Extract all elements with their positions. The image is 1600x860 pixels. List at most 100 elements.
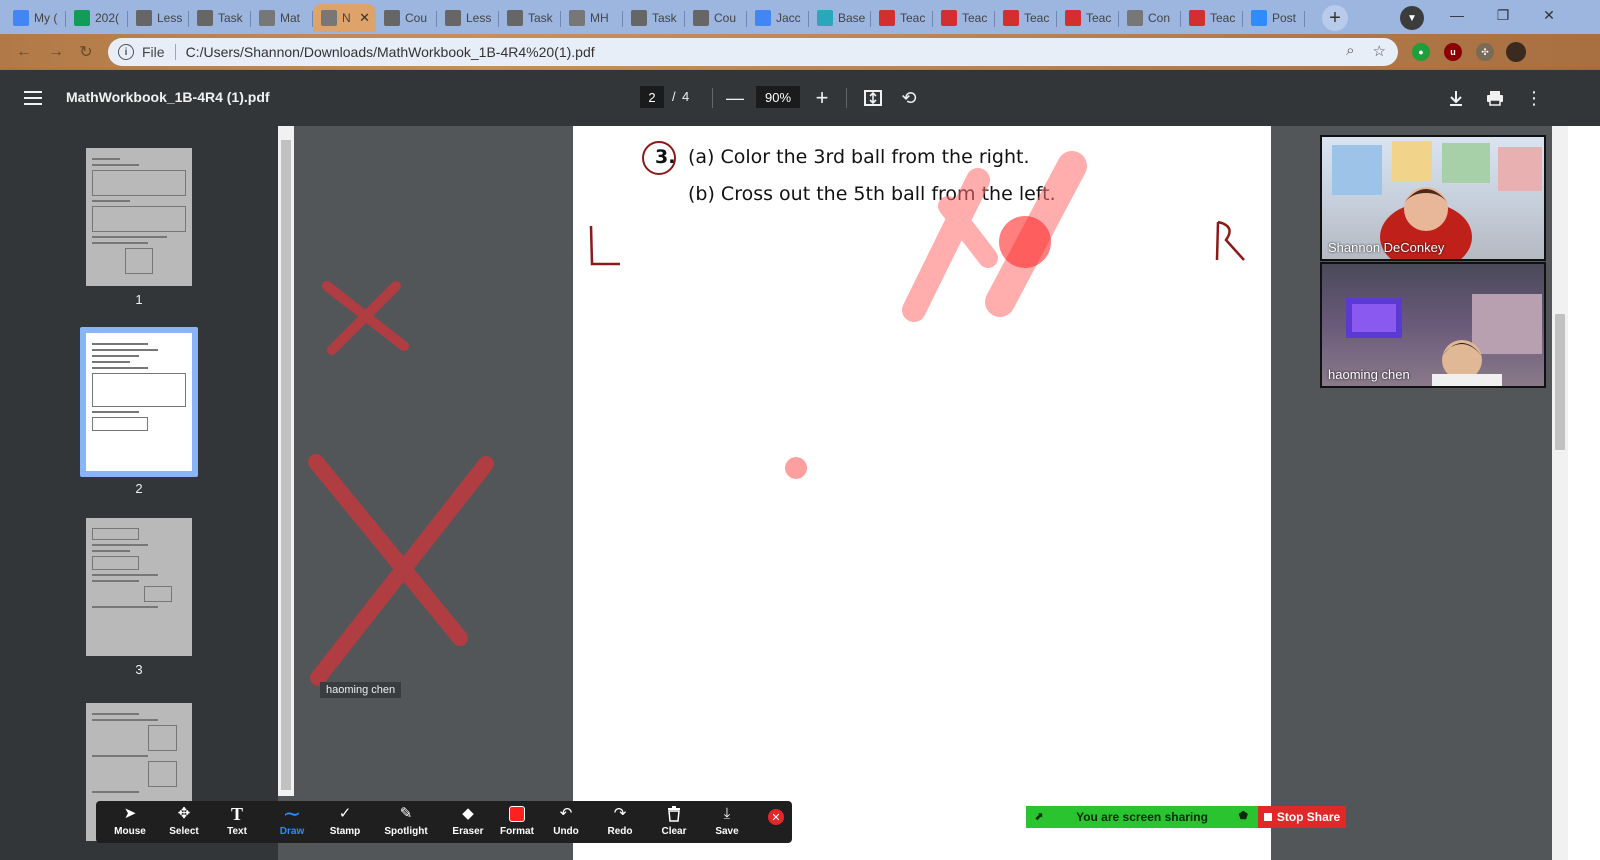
bookmark-star-icon[interactable]: ☆ [1373, 42, 1386, 60]
tab-label: Less [466, 11, 492, 25]
tool-spotlight[interactable]: ✎ Spotlight [378, 804, 434, 842]
share-status-text: You are screen sharing [1076, 810, 1208, 824]
red-swatch-icon [509, 804, 525, 824]
tool-save[interactable]: ⤓ Save [699, 804, 755, 842]
sidebar-menu-button[interactable] [22, 87, 44, 109]
tab-label: 202( [95, 11, 120, 25]
video-tile[interactable]: Shannon DeConkey [1320, 135, 1546, 261]
tool-draw[interactable]: ∼ Draw [264, 803, 320, 842]
redo-icon: ↷ [613, 805, 627, 822]
minimize-button[interactable]: — [1434, 0, 1480, 30]
url-text[interactable]: C:/Users/Shannon/Downloads/MathWorkbook_… [186, 44, 595, 60]
tab-label: N [342, 11, 351, 25]
tool-text[interactable]: T Text [209, 804, 265, 842]
thumbnail-sidebar: 1 2 3 [0, 126, 278, 860]
tool-clear[interactable]: Clear [646, 804, 702, 842]
forward-button[interactable]: → [44, 40, 68, 64]
reload-button[interactable]: ↻ [74, 40, 98, 64]
checkmark-icon: ✓ [338, 805, 352, 822]
browser-tab[interactable]: Teac [871, 4, 933, 32]
browser-tab[interactable]: Teac [1181, 4, 1243, 32]
browser-tab[interactable]: Teac [995, 4, 1057, 32]
browser-tab[interactable]: Teac [1057, 4, 1119, 32]
participant-name: haoming chen [1328, 367, 1410, 382]
browser-tab[interactable]: Cou [376, 4, 437, 32]
red-cross-stroke [308, 454, 468, 646]
browser-tab[interactable]: My ( [5, 4, 66, 32]
tab-search-button[interactable]: ▼ [1400, 6, 1424, 30]
ublock-icon[interactable]: u [1444, 43, 1462, 61]
tab-label: MH [590, 11, 609, 25]
tool-stamp[interactable]: ✓ Stamp [317, 804, 373, 842]
google-drive-icon [13, 10, 29, 26]
browser-tab[interactable]: Con [1119, 4, 1181, 32]
browser-tab[interactable]: Less [128, 4, 189, 32]
browser-tab[interactable]: Cou [685, 4, 747, 32]
thumbnail-image [86, 148, 192, 286]
profile-avatar[interactable] [1506, 42, 1526, 62]
browser-tab[interactable]: Task [499, 4, 561, 32]
thumbnail-image [86, 333, 192, 471]
screen-share-bar: ⬈ You are screen sharing ⬟ Stop Share [1026, 806, 1346, 828]
stop-share-button[interactable]: Stop Share [1258, 806, 1346, 828]
base-icon [817, 10, 833, 26]
browser-tab[interactable]: Less [437, 4, 499, 32]
new-tab-button[interactable]: + [1322, 5, 1348, 31]
print-button[interactable] [1482, 85, 1508, 111]
browser-tab[interactable]: MH [561, 4, 623, 32]
browser-tab[interactable]: N ✕ [313, 4, 376, 32]
lesson-icon [693, 10, 709, 26]
stop-share-label: Stop Share [1276, 810, 1341, 824]
stop-square-icon [1263, 813, 1272, 821]
tab-label: Teac [900, 11, 926, 25]
back-button[interactable]: ← [12, 40, 36, 64]
video-tile[interactable]: haoming chen [1320, 262, 1546, 388]
tool-mouse[interactable]: ➤ Mouse [102, 804, 158, 842]
teacher-icon [1003, 10, 1019, 26]
restore-button[interactable]: ❐ [1480, 0, 1526, 30]
tool-select[interactable]: ✥ Select [156, 804, 212, 842]
right-gutter [1568, 126, 1600, 860]
page-number-input[interactable]: 2 [640, 86, 664, 108]
browser-tab[interactable]: Task [623, 4, 685, 32]
site-info-icon[interactable]: i [118, 44, 134, 60]
tab-label: Cou [714, 11, 737, 25]
page-separator: / [672, 89, 676, 104]
tool-undo[interactable]: ↶ Undo [538, 804, 594, 842]
zoom-out-button[interactable]: — [722, 85, 748, 111]
main-scrollbar[interactable] [1552, 126, 1568, 860]
undo-icon: ↶ [559, 805, 573, 822]
tab-label: Post [1272, 11, 1297, 25]
close-window-button[interactable]: ✕ [1526, 0, 1572, 30]
tab-close-icon[interactable]: ✕ [359, 10, 370, 26]
task-icon [631, 10, 647, 26]
browser-tab[interactable]: Task [189, 4, 251, 32]
close-annotate-button[interactable]: ✕ [768, 809, 784, 825]
zoom-level-input[interactable]: 90% [756, 86, 800, 108]
rotate-button[interactable]: ⟲ [896, 85, 922, 111]
more-options-button[interactable]: ⋮ [1521, 85, 1547, 111]
tab-label: Teac [1024, 11, 1050, 25]
fit-page-button[interactable] [860, 85, 886, 111]
thumbnail-number: 2 [135, 481, 143, 496]
move-arrows-icon: ✥ [177, 805, 191, 822]
tool-redo[interactable]: ↷ Redo [592, 804, 648, 842]
google-docs-icon [755, 10, 771, 26]
extensions-puzzle-icon[interactable]: ✣ [1476, 43, 1494, 61]
browser-tab[interactable]: Teac [933, 4, 995, 32]
tool-eraser[interactable]: ◆ Eraser [440, 804, 496, 842]
browser-tab[interactable]: 202( [66, 4, 128, 32]
sidebar-scrollbar[interactable] [278, 126, 294, 796]
annotate-toolbar: ➤ Mouse ✥ Select T Text ∼ Draw ✓ Stamp ✎ Spotlight ◆… [96, 801, 792, 843]
tool-format[interactable]: Format [489, 804, 545, 842]
zoom-magnifier-icon[interactable]: ⌕ [1346, 42, 1354, 60]
browser-tab[interactable]: Mat [251, 4, 313, 32]
browser-tab[interactable]: Post [1243, 4, 1305, 32]
browser-tab[interactable]: Base [809, 4, 871, 32]
browser-tab[interactable]: Jacc [747, 4, 809, 32]
address-bar[interactable]: i File C:/Users/Shannon/Downloads/MathWo… [108, 38, 1398, 66]
download-button[interactable] [1443, 85, 1469, 111]
extension-green-icon[interactable]: ● [1412, 43, 1430, 61]
tab-label: Task [528, 11, 553, 25]
zoom-in-button[interactable]: + [809, 85, 835, 111]
